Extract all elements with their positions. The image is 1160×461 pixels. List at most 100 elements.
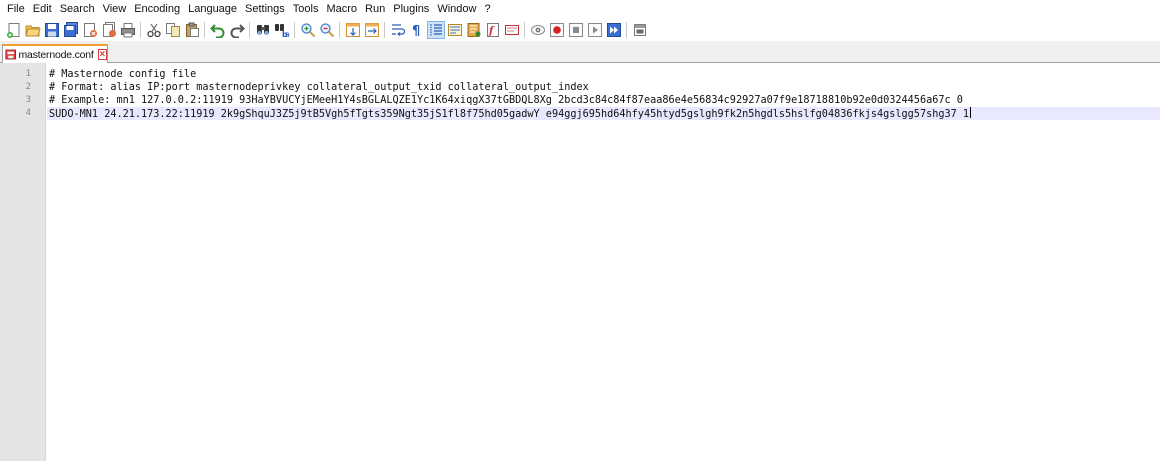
record-macro-icon — [530, 22, 546, 38]
indent-guide-icon — [428, 22, 444, 38]
stop-recording-button[interactable] — [549, 22, 565, 38]
menu-plugins[interactable]: Plugins — [389, 0, 433, 19]
document-map-button[interactable] — [466, 22, 482, 38]
close-button[interactable] — [82, 22, 98, 38]
panel-toggle-button[interactable] — [632, 22, 648, 38]
playback-macro-icon — [568, 22, 584, 38]
menu-tools[interactable]: Tools — [289, 0, 323, 19]
code-line-text: # Format: alias IP:port masternodeprivke… — [49, 82, 589, 93]
word-wrap-button[interactable] — [390, 22, 406, 38]
document-map-icon — [466, 22, 482, 38]
code-line-text: # Masternode config file — [49, 69, 197, 80]
menu-view[interactable]: View — [99, 0, 131, 19]
find-icon — [255, 22, 271, 38]
toolbar-separator — [249, 22, 250, 38]
menu-edit[interactable]: Edit — [29, 0, 56, 19]
save-button[interactable] — [44, 22, 60, 38]
line-number: 4 — [25, 108, 31, 118]
cut-icon — [146, 22, 162, 38]
stop-recording-icon — [549, 22, 565, 38]
close-all-icon — [101, 22, 117, 38]
current-code-line[interactable]: SUDO-MN1 24.21.173.22:11919 2k9gShquJ3Z5… — [47, 107, 1160, 120]
file-icon — [5, 49, 17, 60]
paste-icon — [184, 22, 200, 38]
line-number-gutter: 1 2 3 4 — [0, 63, 46, 461]
toolbar-separator — [294, 22, 295, 38]
text-caret — [970, 107, 972, 118]
open-file-button[interactable] — [24, 22, 41, 38]
cut-button[interactable] — [146, 22, 162, 38]
close-all-button[interactable] — [101, 22, 117, 38]
indent-guide-button[interactable] — [426, 21, 445, 39]
save-icon — [44, 22, 60, 38]
code-line-text: SUDO-MN1 24.21.173.22:11919 2k9gShquJ3Z5… — [49, 109, 970, 120]
toolbar-separator — [524, 22, 525, 38]
toolbar-separator — [204, 22, 205, 38]
menu-search[interactable]: Search — [56, 0, 99, 19]
run-macro-multiple-icon — [587, 22, 603, 38]
sync-horizontal-icon — [364, 22, 380, 38]
menu-run[interactable]: Run — [361, 0, 389, 19]
replace-button[interactable]: ba — [274, 22, 290, 38]
print-button[interactable] — [120, 22, 136, 38]
menu-settings[interactable]: Settings — [241, 0, 289, 19]
menu-language[interactable]: Language — [184, 0, 241, 19]
menu-macro[interactable]: Macro — [322, 0, 361, 19]
save-macro-button[interactable] — [606, 22, 622, 38]
menu-window[interactable]: Window — [433, 0, 480, 19]
open-file-icon — [24, 22, 41, 38]
sync-vertical-button[interactable] — [345, 22, 361, 38]
menu-file[interactable]: File — [3, 0, 29, 19]
monitoring-icon — [504, 22, 520, 38]
playback-macro-button[interactable] — [568, 22, 584, 38]
sync-horizontal-button[interactable] — [364, 22, 380, 38]
undo-icon — [209, 22, 226, 38]
tab-masternode-conf[interactable]: masternode.conf × — [2, 44, 108, 63]
line-number: 2 — [25, 82, 31, 92]
paste-button[interactable] — [184, 22, 200, 38]
zoom-in-button[interactable] — [300, 22, 316, 38]
code-line-text: # Example: mn1 127.0.0.2:11919 93HaYBVUC… — [49, 95, 963, 106]
tab-close-icon[interactable]: × — [97, 49, 107, 60]
toolbar-separator — [384, 22, 385, 38]
copy-button[interactable] — [165, 22, 181, 38]
save-all-button[interactable] — [63, 22, 79, 38]
function-list-button[interactable]: f — [485, 22, 501, 38]
record-macro-button[interactable] — [530, 22, 546, 38]
sync-vertical-icon — [345, 22, 361, 38]
code-line[interactable]: # Example: mn1 127.0.0.2:11919 93HaYBVUC… — [47, 94, 1160, 107]
editor[interactable]: 1 2 3 4 # Masternode config file # Format: a… — [0, 63, 1160, 461]
show-all-characters-icon: ¶ — [409, 22, 425, 38]
monitoring-button[interactable] — [504, 22, 520, 38]
undo-button[interactable] — [209, 22, 226, 38]
line-number: 3 — [25, 95, 31, 105]
word-wrap-icon — [390, 22, 406, 38]
replace-icon: ba — [274, 22, 290, 38]
code-line[interactable]: # Format: alias IP:port masternodeprivke… — [47, 81, 1160, 94]
new-file-button[interactable] — [6, 22, 22, 38]
line-number: 1 — [25, 69, 31, 79]
menu-encoding[interactable]: Encoding — [130, 0, 184, 19]
redo-icon — [229, 22, 245, 38]
zoom-out-icon — [319, 22, 335, 38]
zoom-out-button[interactable] — [319, 22, 335, 38]
svg-text:¶: ¶ — [412, 24, 420, 38]
menu-help[interactable]: ? — [480, 0, 494, 19]
find-button[interactable] — [255, 22, 271, 38]
panel-toggle-icon — [632, 22, 648, 38]
new-file-icon — [6, 22, 22, 38]
toolbar: b a ¶ f — [0, 19, 1160, 41]
zoom-in-icon — [300, 22, 316, 38]
toolbar-separator — [339, 22, 340, 38]
function-list-icon: f — [485, 22, 501, 38]
svg-text:a: a — [285, 30, 290, 38]
save-all-icon — [63, 22, 79, 38]
user-defined-language-button[interactable] — [447, 22, 463, 38]
redo-button[interactable] — [229, 22, 245, 38]
show-all-characters-button[interactable]: ¶ — [409, 22, 425, 38]
code-line[interactable]: # Masternode config file — [47, 68, 1160, 81]
menu-bar: File Edit Search View Encoding Language Settin… — [0, 0, 1160, 19]
copy-icon — [165, 22, 181, 38]
run-macro-multiple-button[interactable] — [587, 22, 603, 38]
tab-bar: masternode.conf × — [0, 41, 1160, 63]
